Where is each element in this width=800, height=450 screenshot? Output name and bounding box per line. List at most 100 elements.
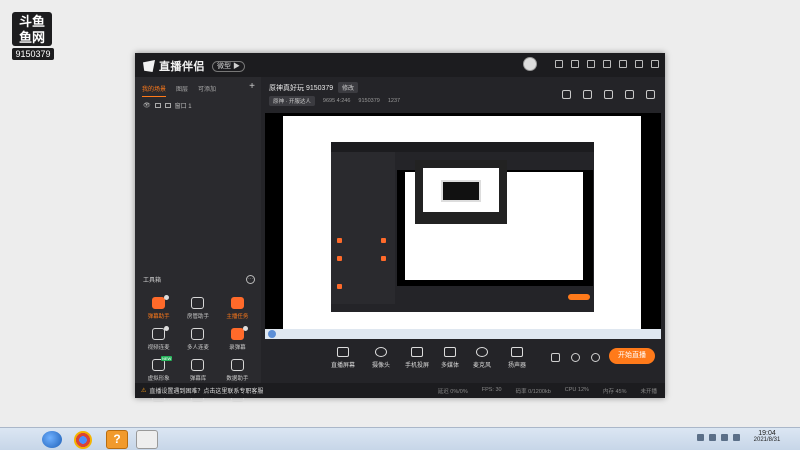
tool-label: 弹幕助手: [147, 314, 170, 320]
status-bar: ⚠ 直播设置遇到困难？点击这里联系专职客服 延迟 0%/0% FPS: 30 码…: [135, 383, 665, 398]
camera-button[interactable]: 摄像头: [372, 347, 390, 369]
close-icon[interactable]: [651, 60, 659, 68]
nested-controls: [397, 288, 593, 304]
category-badge[interactable]: 原神 · 开服达人: [269, 96, 315, 106]
nested-orange-icon: [337, 256, 342, 261]
maximize-icon[interactable]: [635, 60, 643, 68]
captured-taskbar: [265, 329, 661, 339]
screen-capture-button[interactable]: 直播屏幕: [331, 347, 355, 369]
scene-label: 窗口 1: [174, 104, 192, 110]
phone-cast-button[interactable]: 手机投屏: [405, 347, 429, 369]
start-button[interactable]: [42, 431, 62, 448]
control-label: 直播屏幕: [331, 363, 356, 369]
network-icon[interactable]: [721, 434, 728, 441]
share-icon[interactable]: [646, 90, 655, 99]
nested-window-3: [441, 180, 481, 202]
help-link[interactable]: 直播设置遇到困难？点击这里联系专职客服: [149, 386, 263, 395]
brand-name: 直播伴侣: [159, 61, 205, 73]
lock-icon[interactable]: [154, 103, 161, 108]
metric-memory: 内存 45%: [602, 388, 627, 395]
title-bar: 直播伴侣 微型 ▶: [135, 53, 665, 77]
meta-heat: 1237: [387, 98, 401, 104]
nested-orange-icon: [337, 238, 342, 243]
microphone-icon: [476, 347, 488, 357]
add-scene-icon[interactable]: +: [249, 82, 255, 97]
preview-canvas: [283, 116, 641, 330]
tool-label: 多人连麦: [186, 345, 209, 351]
warning-icon: ⚠: [141, 388, 147, 394]
start-live-button[interactable]: 开始直播: [609, 348, 655, 364]
control-label: 扬声器: [508, 363, 527, 369]
toolbox-header: 工具箱 ···: [143, 275, 255, 284]
nested-orange-icon: [381, 256, 386, 261]
tool-multi-link[interactable]: 多人连麦: [178, 328, 217, 351]
speaker-button[interactable]: 扬声器: [508, 347, 526, 369]
lock-icon[interactable]: [583, 90, 592, 99]
phone-icon: [411, 347, 423, 357]
tool-danmu-lib[interactable]: 弹幕库: [178, 359, 217, 382]
sidebar-tabs: 我的场景 图层 可添加 +: [135, 77, 261, 97]
chrome-icon[interactable]: [74, 431, 92, 449]
tab-my-scenes[interactable]: 我的场景: [142, 84, 167, 97]
nested-go-live: [568, 294, 590, 300]
tab-addable[interactable]: 可添加: [198, 84, 216, 97]
tool-label: 数据助手: [226, 376, 249, 382]
tray-icon[interactable]: [709, 434, 716, 441]
tool-label: 主播任务: [226, 314, 249, 320]
source-controls: 直播屏幕 摄像头 手机投屏 多媒体 麦克风 扬声器: [261, 339, 665, 383]
tool-record[interactable]: 录弹幕: [218, 326, 257, 351]
tool-label: 录弹幕: [229, 345, 246, 351]
tool-label: 虚拟形象: [147, 376, 170, 382]
settings-icon[interactable]: [591, 353, 600, 362]
gift-icon[interactable]: [562, 90, 571, 99]
timer-icon[interactable]: [571, 353, 580, 362]
room-header: 原神真好玩 9150379 修改 原神 · 开服达人 9695 4:246 91…: [261, 77, 665, 113]
tool-data-assistant[interactable]: 数据助手: [218, 359, 257, 382]
tool-label: 弹幕库: [189, 376, 207, 382]
settings-icon[interactable]: [587, 60, 595, 68]
camera-icon: [375, 347, 387, 357]
volume-icon[interactable]: [733, 434, 740, 441]
tray-icon[interactable]: [697, 434, 704, 441]
record-video-icon[interactable]: [551, 353, 560, 362]
data-icon: [230, 359, 244, 371]
media-button[interactable]: 多媒体: [441, 347, 459, 369]
image-app-icon[interactable]: [136, 430, 158, 449]
admin-icon: [191, 297, 205, 309]
control-label: 摄像头: [372, 363, 391, 369]
sidebar: 我的场景 图层 可添加 + 👁 窗口 1 工具箱 ··· 弹幕助手 房管助手 主…: [135, 77, 261, 402]
douyu-logo: 斗鱼 鱼网: [12, 12, 52, 46]
settings-dot-icon: [164, 295, 170, 300]
eye-icon[interactable]: 👁: [143, 102, 151, 109]
control-label: 多媒体: [441, 363, 460, 369]
message-icon[interactable]: [555, 60, 563, 68]
room-title[interactable]: 原神真好玩 9150379: [269, 83, 333, 93]
tool-room-admin[interactable]: 房管助手: [178, 297, 217, 320]
user-avatar[interactable]: [523, 57, 537, 71]
minimize-icon[interactable]: [619, 60, 627, 68]
skin-icon[interactable]: [571, 60, 579, 68]
tool-danmu-assistant[interactable]: 弹幕助手: [139, 295, 178, 320]
scene-item[interactable]: 👁 窗口 1: [135, 97, 261, 114]
tool-avatar[interactable]: NEW 虚拟形象: [139, 356, 178, 382]
help-app-icon[interactable]: ?: [106, 430, 128, 449]
tab-layers[interactable]: 图层: [176, 84, 188, 97]
play-icon: [444, 347, 456, 357]
tool-label: 房管助手: [186, 314, 209, 320]
more-icon[interactable]: ···: [246, 275, 255, 284]
tool-video-link[interactable]: 视频连麦: [139, 326, 178, 351]
home-icon[interactable]: [604, 90, 613, 99]
stream-preview[interactable]: [265, 113, 661, 339]
tool-anchor-task[interactable]: 主播任务: [218, 297, 257, 320]
version-badge[interactable]: 微型 ▶: [212, 60, 245, 72]
nested-orange-icon: [337, 284, 342, 289]
microphone-button[interactable]: 麦克风: [473, 347, 491, 369]
menu-icon[interactable]: [603, 60, 611, 68]
edit-button[interactable]: 修改: [338, 82, 359, 93]
nested-orange-icon: [381, 238, 386, 243]
window-icon: [164, 103, 171, 108]
header-icons: [562, 90, 655, 99]
clock[interactable]: 19:04 2021/8/31: [742, 430, 792, 443]
bell-icon[interactable]: [625, 90, 634, 99]
tool-label: 视频连麦: [147, 345, 170, 351]
